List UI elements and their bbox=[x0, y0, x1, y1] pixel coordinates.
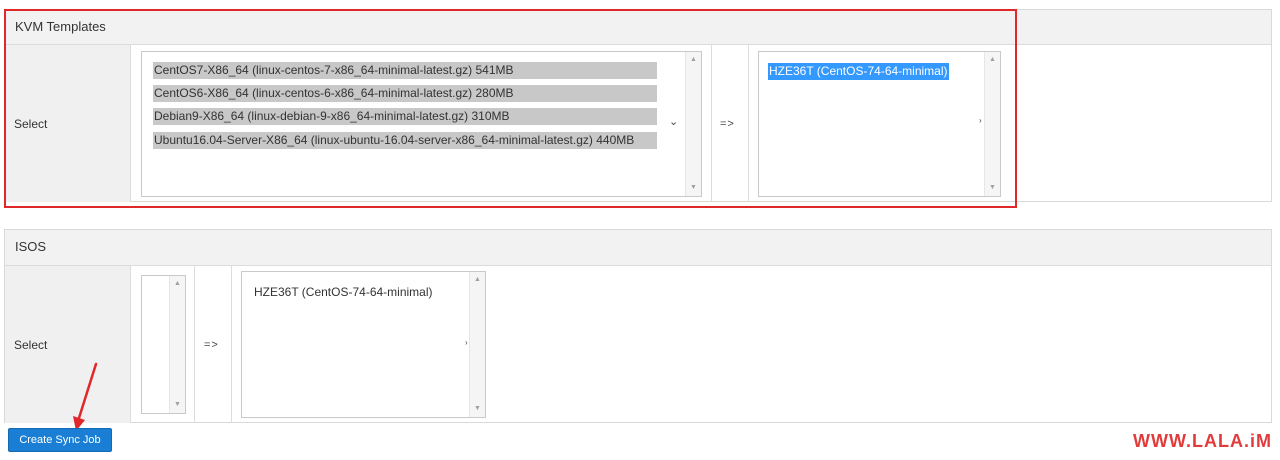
scroll-down-icon[interactable]: ▼ bbox=[686, 181, 701, 195]
kvm-source-option[interactable]: Debian9-X86_64 (linux-debian-9-x86_64-mi… bbox=[153, 108, 657, 125]
isos-divider-right bbox=[231, 266, 232, 423]
isos-source-listbox[interactable]: ▲ ▼ bbox=[141, 275, 186, 414]
kvm-source-option[interactable]: CentOS7-X86_64 (linux-centos-7-x86_64-mi… bbox=[153, 62, 657, 79]
isos-divider-left bbox=[194, 266, 195, 423]
kvm-source-listbox[interactable]: CentOS7-X86_64 (linux-centos-7-x86_64-mi… bbox=[141, 51, 702, 197]
scroll-down-icon[interactable]: ▼ bbox=[985, 181, 1000, 195]
isos-transfer-arrow: => bbox=[204, 339, 219, 351]
isos-source-scrollbar[interactable]: ▲ ▼ bbox=[169, 276, 185, 413]
annotation-arrow-icon bbox=[73, 362, 98, 431]
kvm-divider-left bbox=[711, 45, 712, 202]
isos-target-option[interactable]: HZE36T (CentOS-74-64-minimal) bbox=[253, 284, 434, 301]
kvm-select-label-cell: Select bbox=[5, 45, 131, 202]
isos-target-scrollbar[interactable]: ▲ ▼ bbox=[469, 272, 485, 417]
kvm-target-listbox[interactable]: HZE36T (CentOS-74-64-minimal) › ▲ ▼ bbox=[758, 51, 1001, 197]
chevron-down-icon[interactable]: ⌄ bbox=[669, 115, 678, 128]
kvm-templates-title: KVM Templates bbox=[15, 19, 106, 34]
kvm-transfer-arrow: => bbox=[720, 118, 735, 130]
scroll-down-icon[interactable]: ▼ bbox=[170, 398, 185, 412]
isos-panel: ISOS Select ▲ ▼ => HZE36T (CentOS-74-64-… bbox=[4, 229, 1272, 423]
chevron-icon: › bbox=[979, 116, 982, 125]
isos-title: ISOS bbox=[15, 239, 47, 254]
kvm-target-option-selected[interactable]: HZE36T (CentOS-74-64-minimal) bbox=[768, 63, 949, 80]
scroll-up-icon[interactable]: ▲ bbox=[985, 53, 1000, 67]
kvm-select-label: Select bbox=[14, 117, 48, 131]
kvm-divider-right bbox=[748, 45, 749, 202]
kvm-templates-panel: KVM Templates Select CentOS7-X86_64 (lin… bbox=[4, 9, 1272, 202]
scroll-up-icon[interactable]: ▲ bbox=[170, 277, 185, 291]
kvm-target-scrollbar[interactable]: ▲ ▼ bbox=[984, 52, 1000, 196]
kvm-source-option[interactable]: Ubuntu16.04-Server-X86_64 (linux-ubuntu-… bbox=[153, 132, 657, 149]
create-sync-job-button[interactable]: Create Sync Job bbox=[8, 428, 112, 452]
scroll-up-icon[interactable]: ▲ bbox=[470, 273, 485, 287]
kvm-source-scrollbar[interactable]: ▲ ▼ bbox=[685, 52, 701, 196]
kvm-source-option[interactable]: CentOS6-X86_64 (linux-centos-6-x86_64-mi… bbox=[153, 85, 657, 102]
scroll-up-icon[interactable]: ▲ bbox=[686, 53, 701, 67]
kvm-templates-header: KVM Templates bbox=[5, 10, 1271, 45]
watermark-text: WWW.LALA.iM bbox=[1133, 431, 1272, 451]
chevron-icon: › bbox=[465, 338, 468, 347]
isos-select-label: Select bbox=[14, 338, 48, 352]
scroll-down-icon[interactable]: ▼ bbox=[470, 402, 485, 416]
isos-target-listbox[interactable]: HZE36T (CentOS-74-64-minimal) › ▲ ▼ bbox=[241, 271, 486, 418]
isos-header: ISOS bbox=[5, 230, 1271, 266]
